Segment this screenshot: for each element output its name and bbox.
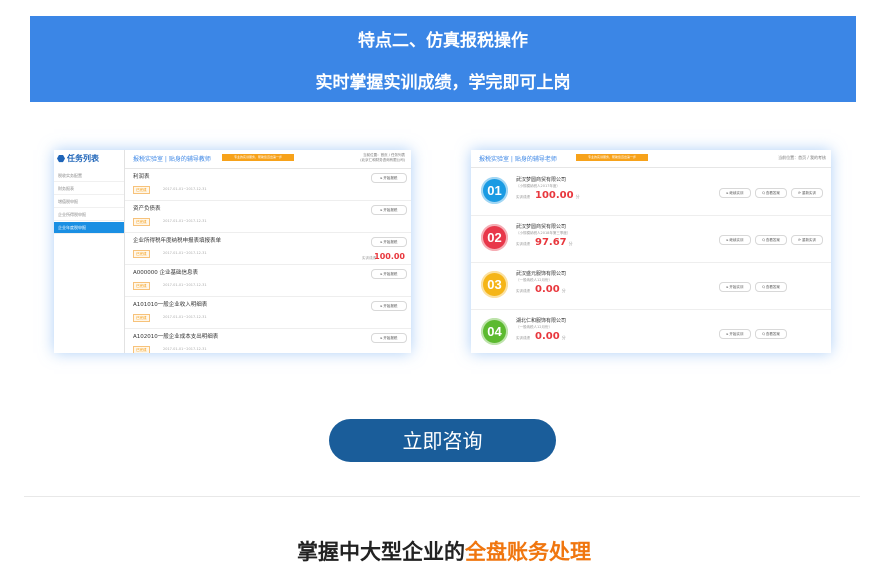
- status-badge: 已完成: [133, 250, 150, 258]
- number-badge: 04: [481, 318, 508, 345]
- task-row: 资产负债表已完成 2017-01-01~2017-12-31 ▸ 开始报税: [125, 200, 411, 233]
- sidebar-item[interactable]: 财务报表: [54, 183, 124, 195]
- company-period: （一般纳税人12月份）: [516, 325, 552, 329]
- header-badge: 专业的实训服务，帮助您迈出第一步: [576, 154, 648, 161]
- company-period: （小规模纳税人2018年第三季度）: [516, 231, 571, 235]
- sidebar-item[interactable]: 企业年度税申报: [54, 222, 124, 234]
- sidebar-title: 任务列表: [57, 153, 99, 164]
- section-divider: [24, 496, 860, 497]
- task-row: A102010一般企业成本支出明细表 已完成 2017-01-01~2017-12-…: [125, 328, 411, 353]
- section-title: 掌握中大型企业的全盘账务处理: [297, 540, 591, 564]
- start-tax-button[interactable]: ▸ 开始报税: [371, 333, 407, 343]
- header-title: 报税实验室 | 贴身的辅导教师: [133, 156, 211, 163]
- header-location: 当前位置：首页 / 我的考核: [778, 155, 826, 160]
- assessment-action-button[interactable]: ▸ 开始实训: [719, 329, 751, 339]
- assessment-action-button[interactable]: ▸ 继续实训: [719, 235, 751, 245]
- company-name: 武汉盛元服饰有限公司: [516, 271, 567, 277]
- task-name: 企业所得税年度纳税申报表填报表单: [133, 238, 222, 244]
- header-title: 报税实验室 | 贴身的辅导老师: [479, 156, 557, 163]
- company-name: 武汉梦圆商贸有限公司: [516, 224, 567, 230]
- number-badge: 03: [481, 271, 508, 298]
- assessment-action-button[interactable]: Q 查看答案: [755, 188, 787, 198]
- header-badge: 专业的实训服务，帮助您迈出第一步: [222, 154, 294, 161]
- assessment-row: 02 武汉梦圆商贸有限公司 （小规模纳税人2018年第三季度） 实训成绩 97.67 分 ▸…: [471, 215, 831, 263]
- task-row: A000000 企业基础信息表 已完成 2017-01-01~2017-12-31 ▸…: [125, 264, 411, 297]
- assessment-header: 报税实验室 | 贴身的辅导老师 专业的实训服务，帮助您迈出第一步 当前位置：首页…: [471, 150, 831, 168]
- feature-banner: 特点二、仿真报税操作 实时掌握实训成绩，学完即可上岗: [30, 16, 856, 102]
- status-badge: 已完成: [133, 346, 150, 353]
- assessment-score: 100.00 分: [535, 190, 580, 201]
- task-header: 报税实验室 | 贴身的辅导教师 专业的实训服务，帮助您迈出第一步 当前位置：首页…: [125, 150, 411, 169]
- task-name: 利润表: [133, 174, 150, 180]
- task-date: 2017-01-01~2017-12-31: [163, 347, 207, 351]
- sidebar-item[interactable]: 增值税申报: [54, 196, 124, 208]
- score-label: 实训成绩: [516, 195, 530, 199]
- section-title-highlight: 全盘账务处理: [465, 540, 591, 564]
- task-row: 企业所得税年度纳税申报表填报表单 已完成 2017-01-01~2017-12-31…: [125, 232, 411, 265]
- assessment-action-button[interactable]: ⟳ 重新实训: [791, 188, 823, 198]
- task-row: 利润表已完成 2017-01-01~2017-12-31 ▸ 开始报税: [125, 168, 411, 201]
- task-name: 资产负债表: [133, 206, 161, 212]
- number-badge: 01: [481, 177, 508, 204]
- assessment-action-button[interactable]: ⟳ 重新实训: [791, 235, 823, 245]
- assessment-score: 0.00 分: [535, 331, 566, 342]
- task-row: A101010一般企业收入明细表 已完成 2017-01-01~2017-12-31…: [125, 296, 411, 329]
- task-sidebar: 任务列表 税收实务配置 财务报表 增值税申报 企业所得税申报 企业年度税申报: [54, 150, 125, 353]
- assessment-row: 03 武汉盛元服饰有限公司 （一般纳税人12月份） 实训成绩 0.00 分 ▸ 开始实训 Q …: [471, 262, 831, 310]
- company-period: （一般纳税人12月份）: [516, 278, 552, 282]
- task-date: 2017-01-01~2017-12-31: [163, 283, 207, 287]
- start-tax-button[interactable]: ▸ 开始报税: [371, 269, 407, 279]
- start-tax-button[interactable]: ▸ 开始报税: [371, 205, 407, 215]
- number-badge: 02: [481, 224, 508, 251]
- score-label: 实训成绩: [516, 242, 530, 246]
- task-date: 2017-01-01~2017-12-31: [163, 187, 207, 191]
- task-name: A102010一般企业成本支出明细表: [133, 334, 219, 340]
- assessment-row: 01 武汉梦圆商贸有限公司 （小规模纳税人2017年度） 实训成绩 100.00 分 ▸ 继…: [471, 168, 831, 216]
- company-period: （小规模纳税人2017年度）: [516, 184, 560, 188]
- assessment-score: 97.67 分: [535, 237, 573, 248]
- task-score: 100.00: [374, 252, 405, 261]
- task-list-screenshot: 任务列表 税收实务配置 财务报表 增值税申报 企业所得税申报 企业年度税申报 报税实验室…: [54, 150, 411, 353]
- company-name: 湖北仁和服饰有限公司: [516, 318, 567, 324]
- banner-title: 特点二、仿真报税操作: [358, 31, 528, 51]
- hexagon-icon: [57, 154, 65, 163]
- status-badge: 已完成: [133, 218, 150, 226]
- status-badge: 已完成: [133, 186, 150, 194]
- assessment-screenshot: 报税实验室 | 贴身的辅导老师 专业的实训服务，帮助您迈出第一步 当前位置：首页…: [471, 150, 831, 353]
- assessment-action-button[interactable]: Q 查看答案: [755, 235, 787, 245]
- task-name: A000000 企业基础信息表: [133, 270, 199, 276]
- banner-subtitle: 实时掌握实训成绩，学完即可上岗: [315, 73, 571, 93]
- assessment-action-button[interactable]: ▸ 继续实训: [719, 188, 751, 198]
- start-tax-button[interactable]: ▸ 开始报税: [371, 237, 407, 247]
- start-tax-button[interactable]: ▸ 开始报税: [371, 301, 407, 311]
- score-label: 实训成绩: [516, 289, 530, 293]
- start-tax-button[interactable]: ▸ 开始报税: [371, 173, 407, 183]
- status-badge: 已完成: [133, 282, 150, 290]
- assessment-score: 0.00 分: [535, 284, 566, 295]
- task-date: 2017-01-01~2017-12-31: [163, 315, 207, 319]
- sidebar-item[interactable]: 企业所得税申报: [54, 209, 124, 221]
- assessment-row: 04 湖北仁和服饰有限公司 （一般纳税人12月份） 实训成绩 0.00 分 ▸ 开始实训 Q …: [471, 309, 831, 353]
- assessment-action-button[interactable]: Q 查看答案: [755, 329, 787, 339]
- task-name: A101010一般企业收入明细表: [133, 302, 208, 308]
- consult-now-button[interactable]: 立即咨询: [329, 419, 556, 462]
- header-location: 当前位置：首页 / 任务列表 (北京仁和财务咨询有限公司): [360, 153, 405, 162]
- company-name: 武汉梦圆商贸有限公司: [516, 177, 567, 183]
- score-label: 实训成绩: [516, 336, 530, 340]
- sidebar-item[interactable]: 税收实务配置: [54, 170, 124, 182]
- task-main: 报税实验室 | 贴身的辅导教师 专业的实训服务，帮助您迈出第一步 当前位置：首页…: [125, 150, 411, 353]
- assessment-action-button[interactable]: ▸ 开始实训: [719, 282, 751, 292]
- status-badge: 已完成: [133, 314, 150, 322]
- assessment-action-button[interactable]: Q 查看答案: [755, 282, 787, 292]
- task-date: 2017-01-01~2017-12-31: [163, 251, 207, 255]
- task-date: 2017-01-01~2017-12-31: [163, 219, 207, 223]
